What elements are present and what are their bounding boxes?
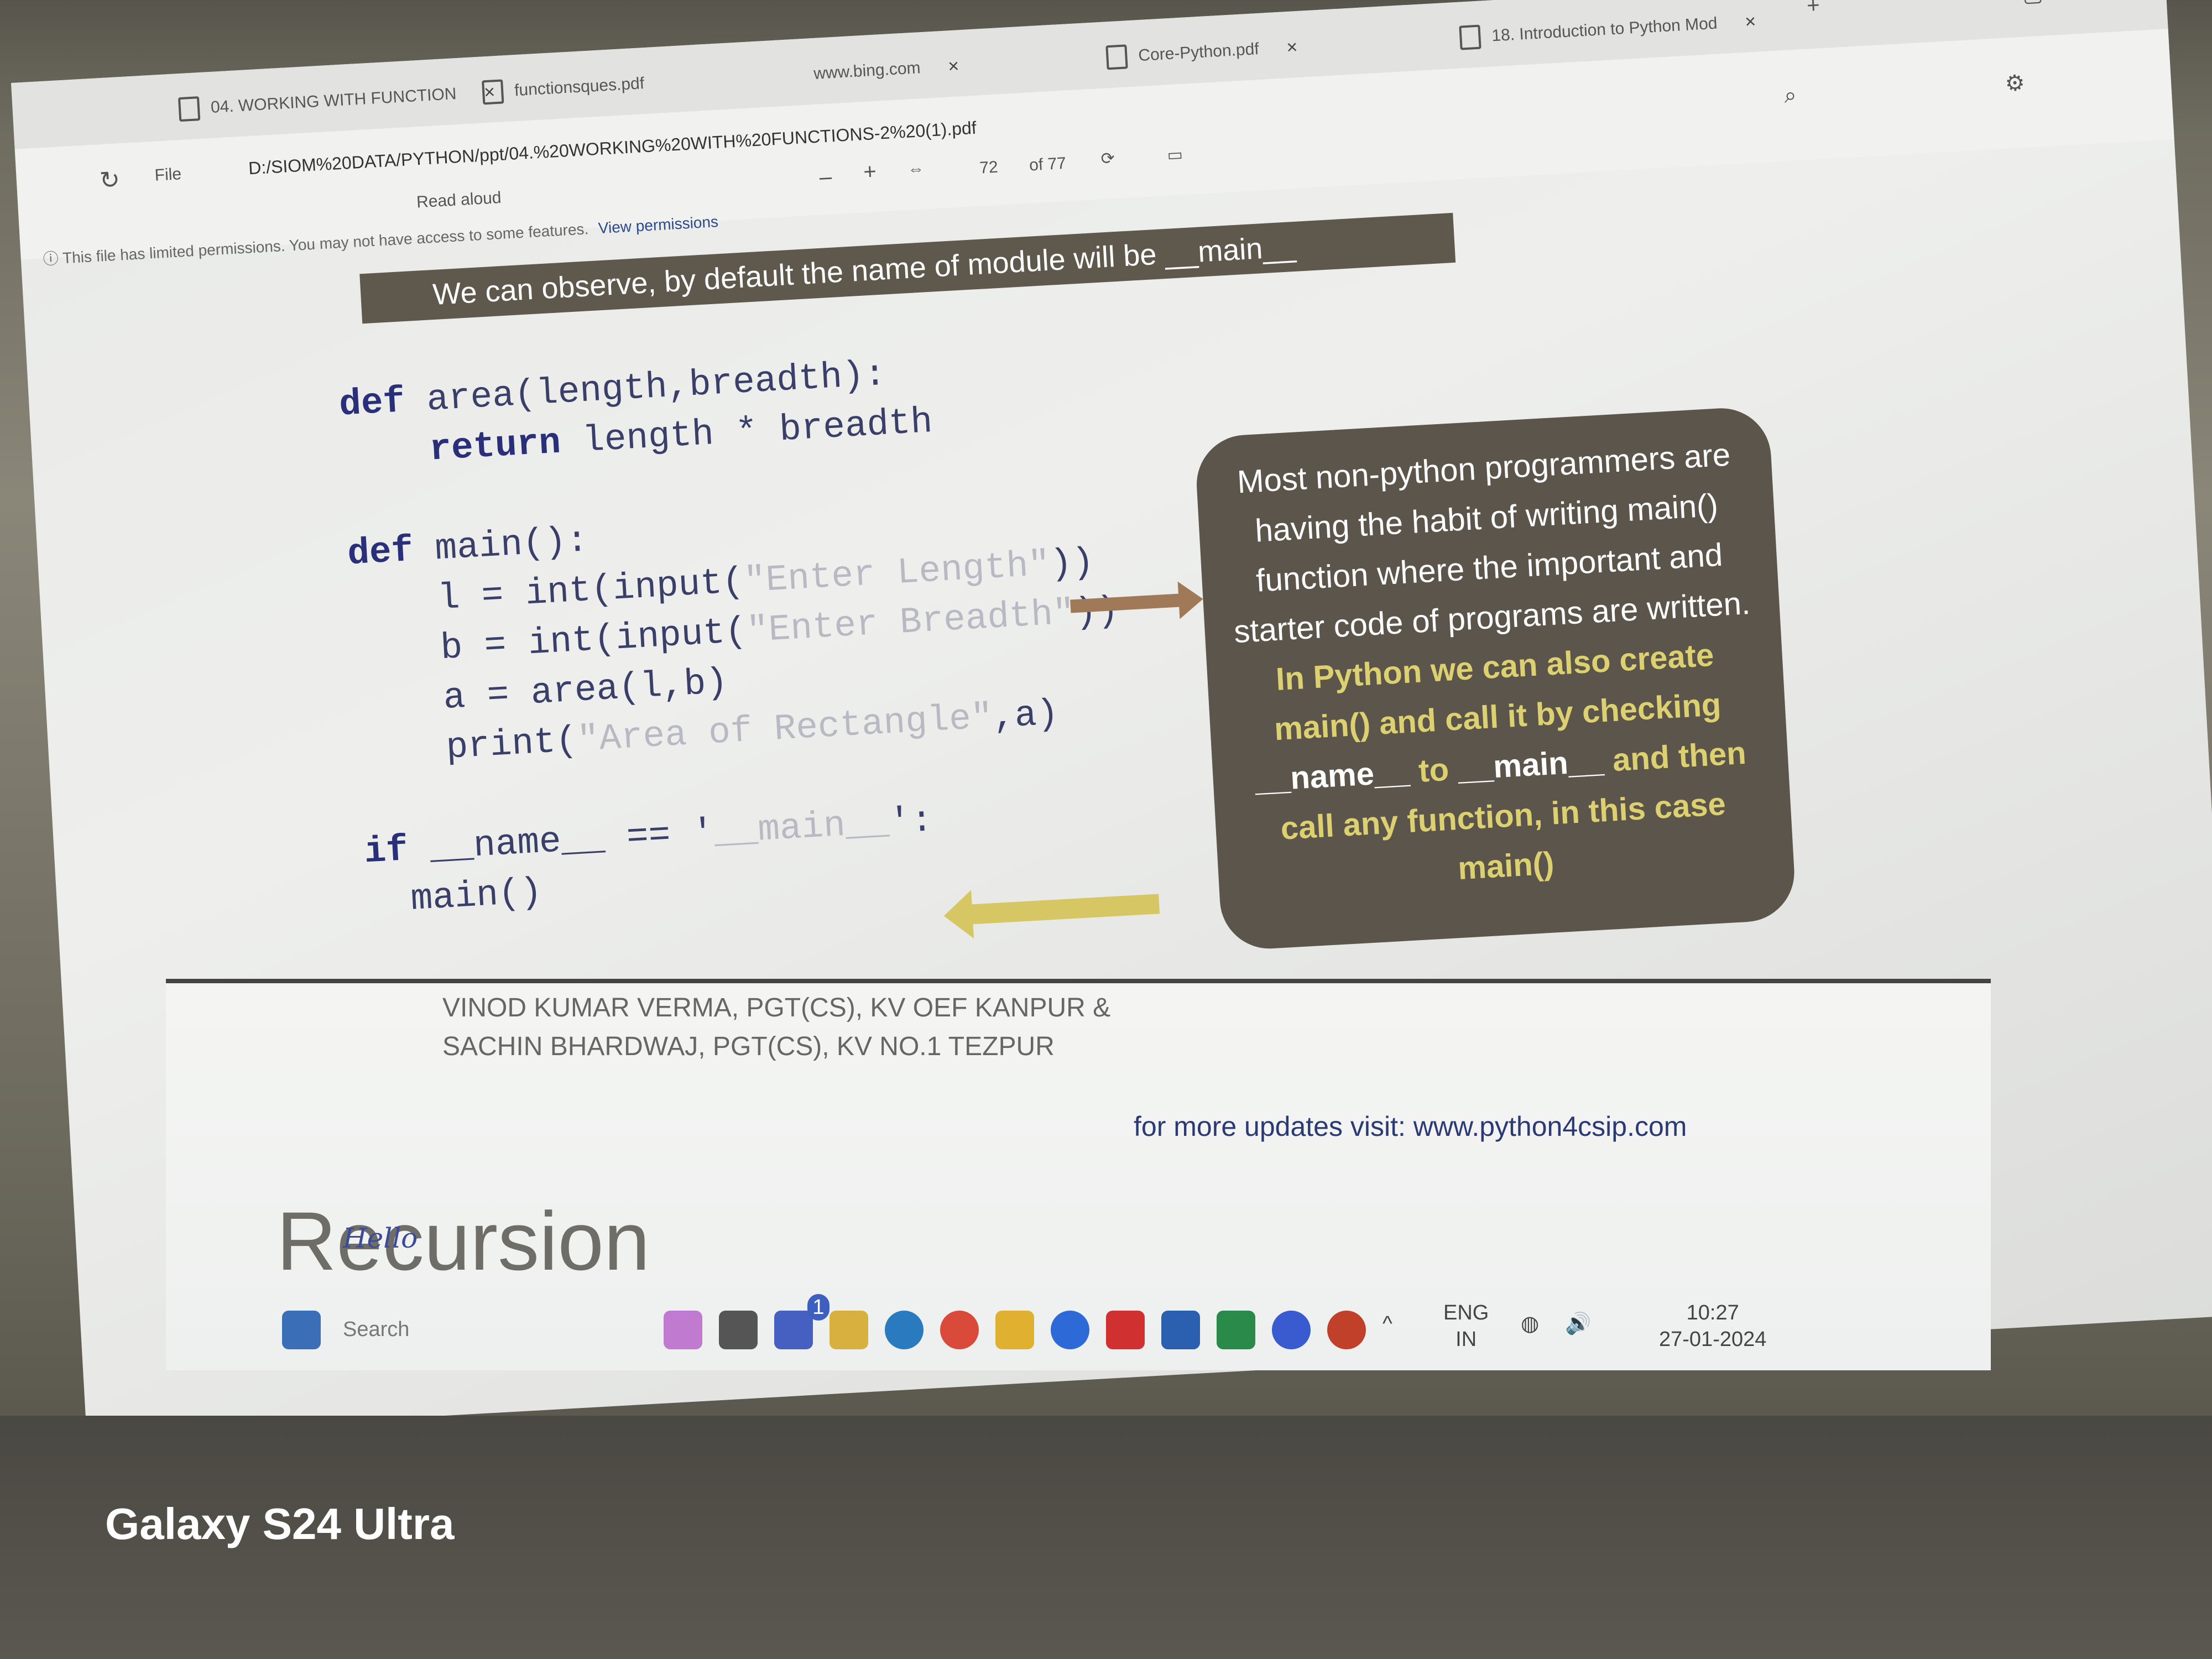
notification-badge: 1 [807,1294,830,1321]
pdf-icon [178,96,201,122]
copilot-icon[interactable] [664,1311,702,1349]
code-keyword: if [363,829,409,873]
powerbi-icon[interactable] [995,1311,1034,1349]
tab-working-with-functions[interactable]: 04. WORKING WITH FUNCTION × [178,72,496,129]
authors-line: VINOD KUMAR VERMA, PGT(CS), KV OEF KANPU… [442,993,1111,1022]
code-string: "Enter Breadth" [745,592,1076,653]
code-text: main(): [412,520,589,571]
pdf-icon [1105,44,1128,70]
tab-label: 04. WORKING WITH FUNCTION [210,85,457,117]
excel-icon[interactable] [1217,1311,1255,1349]
view-permissions-link[interactable]: View permissions [598,213,719,237]
facebook-icon[interactable] [1272,1311,1311,1349]
taskbar-search[interactable]: Search [343,1316,409,1343]
teams-icon[interactable] [774,1311,813,1349]
code-text: main() [409,871,544,920]
zoom-in-icon[interactable]: + [863,159,877,185]
tab-bing[interactable]: www.bing.com × [812,46,960,93]
zoom-out-icon[interactable]: – [819,164,833,190]
rotate-icon[interactable]: ⟳ [1100,149,1115,169]
code-text: ,a) [992,693,1060,738]
code-keyword: return [428,421,562,471]
code-text: print( [445,719,579,769]
file-explorer-icon[interactable] [830,1311,868,1349]
tab-label: functionsques.pdf [514,74,645,100]
language-indicator[interactable]: ENG IN [1443,1300,1489,1353]
word-icon[interactable] [1161,1311,1200,1349]
gear-icon[interactable]: ⚙ [2004,70,2025,97]
tab-label: 18. Introduction to Python Mod [1491,14,1718,45]
chevron-up-icon[interactable]: ^ [1383,1311,1392,1337]
close-icon[interactable]: × [1286,36,1298,59]
new-tab-icon[interactable]: + [1806,0,1820,18]
volume-icon[interactable]: 🔊 [1565,1311,1591,1337]
tab-python-modules[interactable]: 18. Introduction to Python Mod × [1459,2,1757,58]
refresh-icon[interactable]: ↻ [99,165,121,195]
chrome-icon[interactable] [940,1311,979,1349]
code-text: )) [1048,541,1095,586]
code-text: a = area(l,b) [442,661,729,719]
minimize-icon[interactable]: – [1955,0,1969,10]
read-aloud-button[interactable]: Read aloud [416,189,502,212]
code-block: def area(length,breadth): return length … [338,337,1134,927]
pdf-slide: We can observe, by default the name of m… [332,211,1797,993]
close-icon[interactable]: × [1744,11,1756,33]
slide-title: Recursion [276,1194,650,1287]
code-keyword: def [346,529,415,575]
page-number-input[interactable]: 72 [979,158,998,178]
code-keyword: def [338,380,406,426]
edge-icon[interactable] [885,1311,924,1349]
zoom-icon[interactable] [1051,1311,1089,1349]
tab-label: Core-Python.pdf [1138,39,1260,65]
language-code: ENG [1443,1301,1489,1324]
clock-date: 27-01-2024 [1659,1328,1767,1351]
authors-line: SACHIN BHARDWAJ, PGT(CS), KV NO.1 TEZPUR [442,1032,1055,1061]
updates-text: for more updates visit: www.python4csip.… [1134,1111,1687,1142]
file-label: File [154,165,182,185]
clock-time: 10:27 [1686,1301,1739,1324]
code-text: l = int(input( [436,561,745,620]
arrow-left-icon [971,894,1160,925]
windows-start-icon[interactable] [282,1311,321,1349]
tab-label: www.bing.com [813,59,921,83]
search-icon[interactable]: ⌕ [1783,83,1797,108]
note-highlight: to [1417,751,1450,789]
handwritten-note: Hello [343,1222,418,1254]
clock[interactable]: 10:27 27-01-2024 [1659,1300,1766,1353]
fit-page-icon[interactable]: ⇔ [907,159,925,179]
pdf-icon [482,79,504,105]
page-view-icon[interactable]: ▭ [1167,145,1183,165]
code-string: "Enter Length" [743,544,1052,603]
close-icon[interactable]: × [947,55,959,77]
close-window-icon[interactable]: ✕ [2088,0,2107,3]
slide-authors: VINOD KUMAR VERMA, PGT(CS), KV OEF KANPU… [442,989,1110,1066]
region-code: IN [1455,1328,1477,1351]
page-total: of 77 [1029,154,1067,175]
powerpoint-icon[interactable] [1327,1311,1366,1349]
note-bold: __main__ [1457,743,1605,787]
code-string: __main__ [713,802,890,854]
tab-core-python[interactable]: Core-Python.pdf × [1105,28,1299,77]
camera-watermark: Galaxy S24 Ultra [105,1499,455,1548]
note-highlight: In Python we can also create main() and … [1273,637,1722,748]
note-plain: Most non-python programmers are having t… [1233,436,1751,650]
youtube-icon[interactable] [1106,1311,1145,1349]
code-text: __name__ == ' [406,812,716,871]
info-icon: ⓘ [43,249,63,268]
tab-functionsques[interactable]: functionsques.pdf [481,64,645,112]
network-icon[interactable]: ◍ [1521,1311,1539,1337]
code-text: ': [888,800,934,844]
windows-taskbar: Search 1 ^ ENG IN ◍ 🔊 10:27 27-01-2024 [166,1288,2018,1371]
note-bold: __name__ [1254,753,1411,799]
widget-icon[interactable] [719,1311,758,1349]
code-text: b = int(input( [439,611,748,670]
explanation-note: Most non-python programmers are having t… [1194,405,1797,952]
pdf-icon [1459,24,1481,50]
restore-icon[interactable]: ▢ [2021,0,2043,7]
